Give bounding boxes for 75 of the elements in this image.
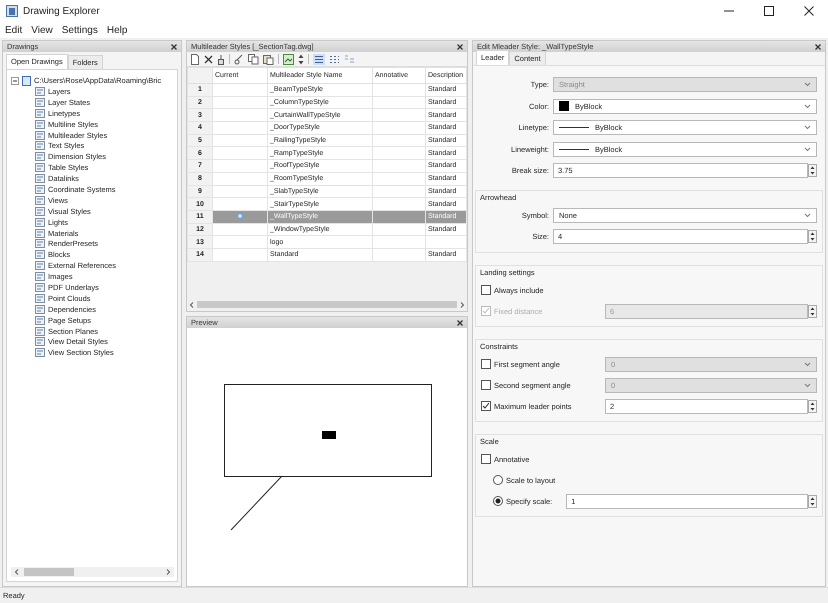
window-title: Drawing Explorer (23, 6, 100, 16)
style-icon (35, 206, 45, 216)
copy-icon[interactable] (248, 54, 259, 64)
style-icon (35, 184, 45, 194)
checkbox[interactable] (481, 380, 491, 390)
new-file-icon[interactable] (190, 54, 200, 64)
image-icon[interactable] (283, 54, 294, 64)
style-icon (35, 174, 45, 184)
style-icon (35, 272, 45, 282)
close-icon[interactable] (804, 6, 814, 16)
line-sample-icon (559, 126, 589, 130)
style-icon (35, 228, 45, 238)
radio-button[interactable] (493, 496, 503, 506)
close-icon[interactable] (815, 44, 821, 50)
close-icon[interactable] (457, 320, 463, 326)
spinner-icon[interactable] (808, 494, 817, 508)
style-icon (35, 130, 45, 140)
paste-icon[interactable] (263, 54, 274, 64)
chevron-left-icon[interactable] (14, 569, 20, 575)
menu-item[interactable]: Edit (5, 24, 22, 36)
list-view-icon[interactable] (313, 54, 325, 64)
style-icon (35, 218, 45, 227)
sort-icon[interactable] (298, 54, 304, 64)
scrollbar[interactable] (187, 300, 467, 309)
style-icon (35, 152, 45, 162)
collapse-icon[interactable] (11, 76, 19, 84)
chevron-down-icon (804, 146, 811, 152)
style-icon (35, 98, 45, 107)
checkbox[interactable] (481, 454, 491, 464)
style-icon (35, 316, 45, 325)
chevron-down-icon (804, 382, 811, 388)
checkbox[interactable] (481, 359, 491, 369)
close-icon[interactable] (171, 44, 177, 50)
menu-item[interactable]: Settings (62, 24, 98, 36)
checkbox[interactable] (481, 401, 491, 411)
style-icon (35, 250, 45, 260)
menu-item[interactable]: View (31, 24, 53, 36)
maximize-icon[interactable] (764, 6, 774, 16)
scrollbar[interactable] (11, 567, 174, 577)
delete-icon[interactable] (204, 54, 213, 64)
set-current-icon[interactable] (217, 54, 225, 64)
style-icon (35, 86, 45, 96)
style-icon (35, 348, 45, 358)
style-icon (35, 120, 45, 129)
line-sample-icon (559, 148, 589, 151)
chevron-down-icon (804, 104, 811, 109)
close-icon[interactable] (457, 44, 463, 50)
style-icon (35, 196, 45, 205)
style-icon (35, 294, 45, 303)
style-icon (35, 239, 45, 248)
style-icon (35, 141, 45, 150)
menu-item[interactable]: Help (106, 24, 128, 36)
chevron-down-icon (804, 82, 811, 88)
chevron-down-icon (804, 212, 811, 218)
grid-view-icon[interactable] (329, 54, 340, 64)
checkbox[interactable] (481, 285, 491, 295)
style-icon (35, 337, 45, 346)
style-icon (35, 326, 45, 336)
app-icon (6, 5, 18, 17)
style-icon (35, 304, 45, 314)
style-icon (35, 108, 45, 118)
style-icon (35, 163, 45, 172)
radio-button[interactable] (493, 475, 503, 485)
spinner-icon[interactable] (808, 164, 817, 178)
chevron-right-icon[interactable] (165, 569, 171, 575)
chevron-down-icon (804, 125, 811, 130)
spinner-icon[interactable] (808, 230, 817, 244)
spinner-icon[interactable] (808, 400, 817, 412)
chevron-down-icon (804, 362, 811, 366)
style-icon (35, 261, 45, 270)
style-icon (35, 282, 45, 292)
document-icon (22, 76, 31, 86)
chevron-right-icon[interactable] (459, 302, 465, 308)
spinner-icon[interactable] (808, 304, 817, 318)
chevron-left-icon[interactable] (189, 302, 195, 308)
